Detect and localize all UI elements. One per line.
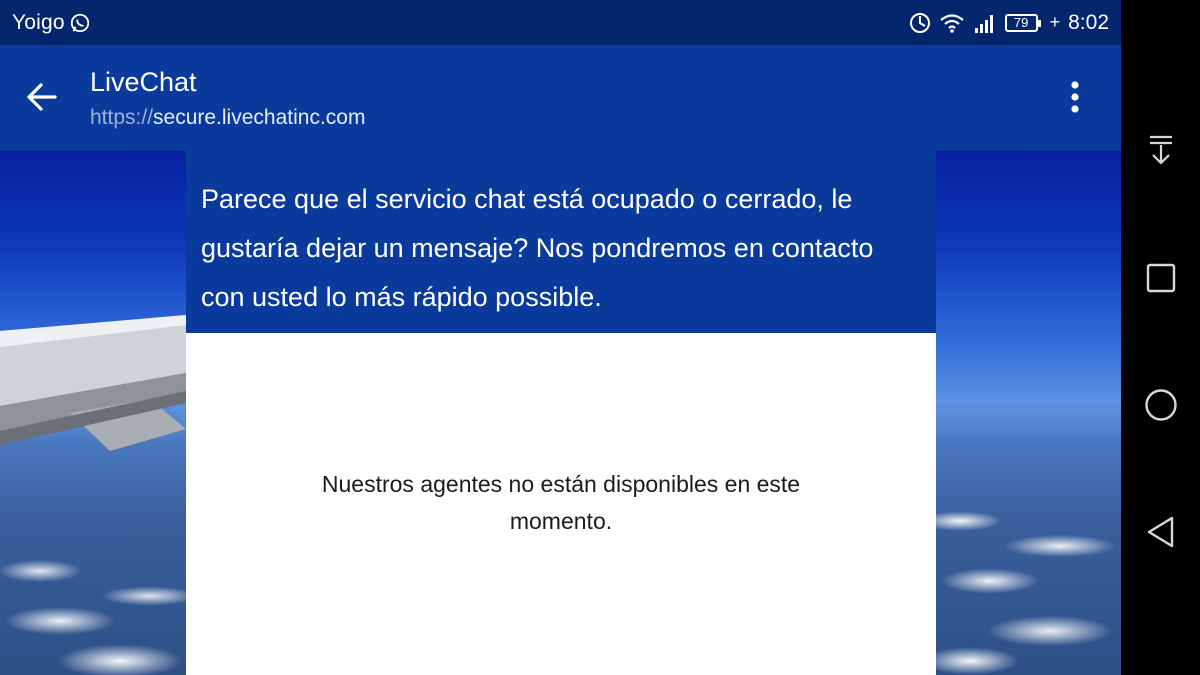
webview[interactable]: Parece que el servicio chat está ocupado… [0,151,1121,675]
navigation-bar [1121,0,1200,675]
notification-pull-icon [1150,135,1172,165]
agents-unavailable-message: Nuestros agentes no están disponibles en… [321,471,801,534]
url-host: secure.livechatinc.com [153,106,366,129]
system-back-button[interactable] [1137,508,1185,556]
app-bar: LiveChat https://secure.livechatinc.com [0,45,1121,151]
home-icon [1145,389,1177,421]
chat-panel-body: Nuestros agentes no están disponibles en… [186,333,936,675]
carrier-name: Yoigo [12,10,65,34]
recents-icon [1146,263,1176,293]
chat-panel: Parece que el servicio chat está ocupado… [186,151,936,675]
home-button[interactable] [1137,381,1185,429]
page-url: https://secure.livechatinc.com [90,106,365,130]
url-scheme: https:// [90,106,154,129]
data-saver-icon [909,12,930,33]
battery-level: 79 [1013,15,1029,30]
page-title: LiveChat [90,67,197,97]
chat-offline-header: Parece que el servicio chat está ocupado… [186,151,936,333]
status-bar: Yoigo 79 + 8:02 [0,0,1121,45]
signal-icon [974,14,993,33]
back-icon [1147,516,1174,548]
more-vertical-icon [1071,81,1079,113]
whatsapp-icon [70,13,89,32]
status-indicators: 79 + 8:02 [909,11,1109,35]
charging-indicator: + [1049,12,1061,32]
notification-pull-button[interactable] [1137,126,1185,174]
airplane-wing-image [0,315,186,451]
arrow-back-icon [27,83,57,111]
overflow-menu-button[interactable] [1053,75,1097,119]
recents-button[interactable] [1137,254,1185,302]
battery-icon: 79 [1004,13,1041,32]
wifi-icon [939,13,964,33]
back-button[interactable] [18,75,66,119]
clock: 8:02 [1068,10,1109,34]
